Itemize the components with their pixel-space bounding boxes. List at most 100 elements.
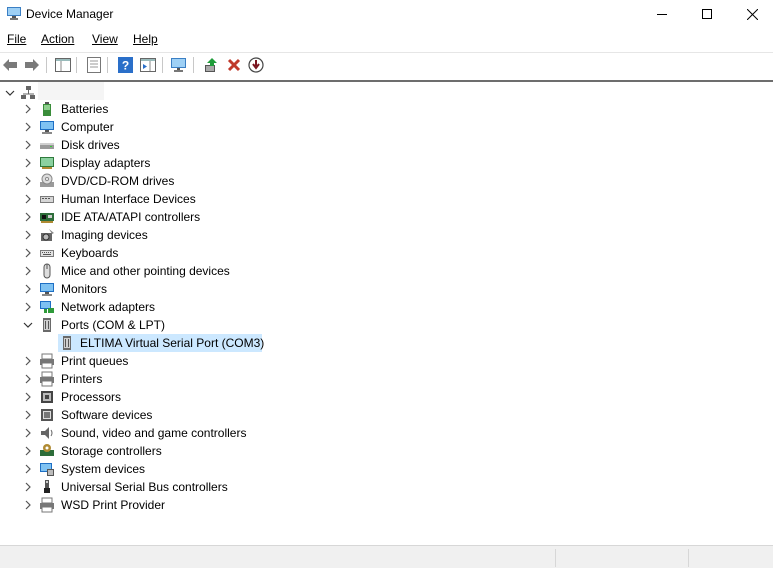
update-driver-icon [205,58,217,72]
tree-item-label[interactable]: System devices [61,460,145,478]
expand-chevron-icon[interactable] [23,212,33,222]
tree-item-label[interactable]: Imaging devices [61,226,148,244]
tree-item-label[interactable]: Mice and other pointing devices [61,262,230,280]
tree-item-label[interactable]: Storage controllers [61,442,162,460]
status-separator [688,549,689,567]
expand-chevron-icon[interactable] [23,230,33,240]
computer-network-icon [21,86,35,99]
expand-chevron-icon[interactable] [23,374,33,384]
expand-chevron-icon[interactable] [23,500,33,510]
menu-help[interactable]: Help [133,32,158,46]
mouse-icon [43,263,51,279]
action-pane-icon [140,58,156,72]
help-button[interactable]: ? [116,56,134,74]
expand-chevron-icon[interactable] [23,428,33,438]
expand-chevron-icon[interactable] [23,104,33,114]
toolbar-separator [76,57,77,73]
expand-chevron-icon[interactable] [23,122,33,132]
menu-view[interactable]: View [92,32,118,46]
back-button[interactable] [1,56,19,74]
scan-hardware-button[interactable] [170,56,188,74]
expand-chevron-icon[interactable] [23,248,33,258]
disable-device-button[interactable] [247,56,265,74]
display-adapter-icon [40,157,54,169]
expand-chevron-icon[interactable] [23,392,33,402]
tree-item-label[interactable]: Network adapters [61,298,155,316]
expand-chevron-icon[interactable] [23,266,33,276]
status-bar [0,545,773,568]
tree-item-label[interactable]: Processors [61,388,121,406]
tree-item-label[interactable]: Human Interface Devices [61,190,196,208]
tree-item-label[interactable]: Software devices [61,406,152,424]
tree-item-label[interactable]: Display adapters [61,154,150,172]
expand-chevron-icon[interactable] [23,302,33,312]
svg-text:?: ? [121,59,128,73]
back-icon [3,59,17,71]
properties-button[interactable] [85,56,103,74]
port-icon [63,336,71,350]
tree-item-label[interactable]: Keyboards [61,244,118,262]
update-driver-button[interactable] [202,56,220,74]
tree-item-label[interactable]: Printers [61,370,102,388]
close-button[interactable] [729,0,773,28]
processor-icon [41,391,53,403]
help-icon: ? [117,57,133,73]
tree-item-label[interactable]: Computer [61,118,114,136]
tree-root-label[interactable] [38,82,104,100]
ide-controller-icon [40,213,54,223]
camera-icon [41,229,54,241]
menu-action[interactable]: Action [41,32,74,46]
menu-file[interactable]: File [7,32,26,46]
expand-chevron-icon[interactable] [23,176,33,186]
expand-chevron-icon[interactable] [23,284,33,294]
toolbar-separator [162,57,163,73]
tree-item-label[interactable]: WSD Print Provider [61,496,165,514]
minimize-icon [657,14,667,15]
tree-item-label[interactable]: IDE ATA/ATAPI controllers [61,208,200,226]
toolbar-separator [46,57,47,73]
title-bar: Device Manager [0,0,773,28]
toolbar-separator [193,57,194,73]
expand-chevron-icon[interactable] [23,194,33,204]
uninstall-icon [227,58,241,72]
collapse-chevron-icon[interactable] [23,320,33,330]
tree-item-label[interactable]: Batteries [61,100,108,118]
hid-icon [40,196,54,203]
expand-chevron-icon[interactable] [23,356,33,366]
forward-icon [25,59,39,71]
expand-chevron-icon[interactable] [23,482,33,492]
toolbar: ? [0,52,773,77]
uninstall-button[interactable] [225,56,243,74]
properties-icon [87,57,101,73]
expand-chevron-icon[interactable] [23,410,33,420]
toolbar-separator [107,57,108,73]
speaker-icon [41,427,53,439]
tree-item-label[interactable]: DVD/CD-ROM drives [61,172,174,190]
minimize-button[interactable] [639,0,685,28]
disk-drive-icon [40,143,54,149]
action-pane-button[interactable] [139,56,157,74]
maximize-button[interactable] [684,0,730,28]
tree-item-label[interactable]: Monitors [61,280,107,298]
scan-hardware-icon [171,58,186,72]
forward-button[interactable] [23,56,41,74]
dvd-drive-icon [40,173,54,187]
tree-item-label[interactable]: Ports (COM & LPT) [61,316,165,334]
window-title: Device Manager [26,7,114,21]
printer-icon [40,371,54,387]
device-tree: Batteries Computer Disk drives Display adap… [0,82,773,543]
collapse-chevron-icon[interactable] [5,88,15,98]
tree-item-label[interactable]: Sound, video and game controllers [61,424,246,442]
storage-controller-icon [40,444,54,456]
expand-chevron-icon[interactable] [23,464,33,474]
show-hide-console-tree-button[interactable] [54,56,72,74]
expand-chevron-icon[interactable] [23,140,33,150]
selected-device-label[interactable]: ELTIMA Virtual Serial Port (COM3) [80,334,264,352]
tree-item-label[interactable]: Disk drives [61,136,120,154]
expand-chevron-icon[interactable] [23,446,33,456]
software-device-icon [41,409,53,421]
tree-item-label[interactable]: Print queues [61,352,128,370]
keyboard-icon [40,250,54,257]
tree-item-label[interactable]: Universal Serial Bus controllers [61,478,228,496]
expand-chevron-icon[interactable] [23,158,33,168]
